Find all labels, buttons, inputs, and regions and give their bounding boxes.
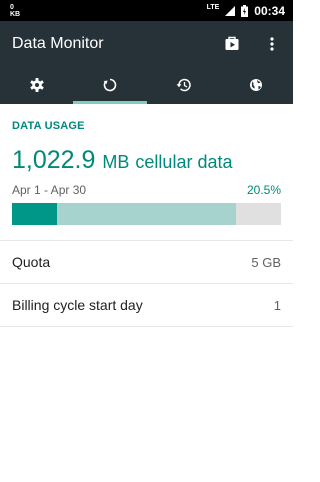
cycle-icon <box>103 78 117 92</box>
signal-icon <box>225 5 236 16</box>
tab-bar <box>0 66 293 104</box>
status-bar: 0 KB LTE 00:34 <box>0 0 293 21</box>
data-usage-section: DATA USAGE 1,022.9 MB cellular data Apr … <box>0 104 293 225</box>
status-icons: LTE 00:34 <box>207 4 285 18</box>
settings-icon <box>30 78 44 92</box>
more-options-button[interactable] <box>263 35 281 53</box>
section-title: DATA USAGE <box>12 120 85 132</box>
more-vert-icon <box>270 36 274 51</box>
tab-settings[interactable] <box>0 66 73 104</box>
battery-icon <box>241 4 249 17</box>
billing-cycle-value: 1 <box>273 297 281 313</box>
usage-percent: 20.5% <box>246 183 281 197</box>
usage-description: cellular data <box>135 152 233 172</box>
billing-cycle-setting-row[interactable]: Billing cycle start day 1 <box>0 284 293 326</box>
period-row: Apr 1 - Apr 30 20.5% <box>12 183 281 197</box>
clock: 00:34 <box>254 3 285 18</box>
app-bar-actions <box>223 35 281 53</box>
tab-history[interactable] <box>147 66 220 104</box>
history-icon <box>176 78 191 92</box>
app-bar: Data Monitor <box>0 21 293 66</box>
data-rate-unit: KB <box>10 10 21 18</box>
store-icon <box>225 36 239 50</box>
store-button[interactable] <box>223 35 241 53</box>
billing-cycle-label: Billing cycle start day <box>12 297 143 313</box>
usage-progress-bar <box>12 203 281 225</box>
usage-fill <box>12 203 57 225</box>
data-rate-indicator: 0 KB <box>10 4 20 18</box>
quota-setting-row[interactable]: Quota 5 GB <box>0 241 293 283</box>
usage-unit: MB <box>102 152 130 172</box>
network-type-label: LTE <box>206 4 220 11</box>
usage-summary: 1,022.9 MB cellular data <box>12 146 281 175</box>
data-rate-value: 0 <box>10 3 14 11</box>
globe-icon <box>250 79 263 91</box>
app-title: Data Monitor <box>12 34 104 52</box>
quota-label: Quota <box>12 254 51 270</box>
divider <box>0 326 293 327</box>
tab-network[interactable] <box>220 66 293 104</box>
quota-value: 5 GB <box>251 254 281 270</box>
billing-period: Apr 1 - Apr 30 <box>12 183 87 197</box>
usage-amount: 1,022.9 <box>12 146 96 174</box>
tab-data-usage[interactable] <box>73 66 147 104</box>
